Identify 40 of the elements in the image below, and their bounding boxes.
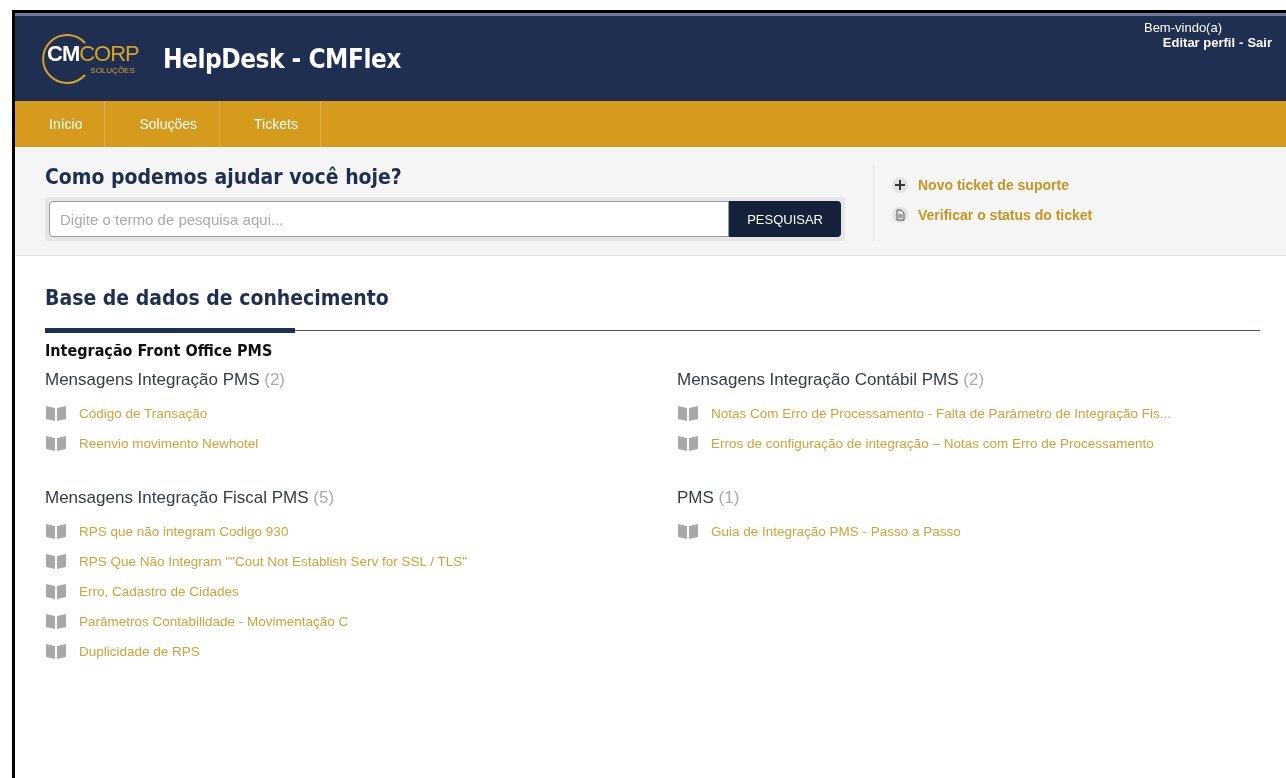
action-link[interactable]: Verificar o status do ticket [892,207,1093,223]
plus-icon [892,177,908,193]
folder-heading[interactable]: Mensagens Integração PMS (2) [45,370,677,390]
action-link[interactable]: Novo ticket de suporte [892,177,1093,193]
article-link[interactable]: Notas Com Erro de Processamento - Falta de Parâmetro de Integração Fis... [711,405,1171,421]
article-link[interactable]: Guia de Integração PMS - Passo a Passo [711,523,961,539]
logo: CMCORP [47,42,139,66]
article-link[interactable]: Erro, Cadastro de Cidades [79,583,239,599]
section-title: Base de dados de conhecimento [45,286,390,310]
book-icon [677,434,699,452]
logout-link[interactable]: Sair [1247,35,1272,50]
article-link[interactable]: Código de Transação [79,405,208,421]
article-link[interactable]: RPS Que Não Integram ""Cout Not Establish Serv for SSL / TLS" [79,553,468,569]
logo-tagline: SOLUÇÕES [90,66,135,75]
article-link[interactable]: Reenvio movimento Newhotel [79,435,259,451]
folder-heading[interactable]: Mensagens Integração Contábil PMS (2) [677,370,1260,390]
book-icon [45,582,67,600]
book-icon [45,404,67,422]
article-link[interactable]: Duplicidade de RPS [79,643,200,659]
category-title: Integração Front Office PMS [45,341,274,360]
book-icon [45,642,67,660]
book-icon [45,522,67,540]
edit-profile-link[interactable]: Editar perfil [1162,35,1236,50]
book-icon [45,552,67,570]
app-title: HelpDesk - CMFlex [163,43,401,74]
article-link[interactable]: Erros de configuração de integração – Notas com Erro de Processamento [711,435,1154,451]
book-icon [45,612,67,630]
article-link[interactable]: Parâmetros Contabilidade - Movimentação C [79,613,349,629]
book-icon [677,404,699,422]
search-heading: Como podemos ajudar você hoje? [45,165,403,189]
search-button[interactable]: PESQUISAR [729,201,841,237]
folder-heading[interactable]: PMS (1) [677,488,1260,508]
welcome-text: Bem-vindo(a) [1143,20,1222,35]
separator: - [1239,35,1244,50]
article-link[interactable]: RPS que não integram Codigo 930 [79,523,289,539]
book-icon [677,522,699,540]
book-icon [45,434,67,452]
search-field[interactable]: Digite o termo de pesquisa aqui... [49,201,730,237]
document-icon [892,207,908,223]
folder-heading[interactable]: Mensagens Integração Fiscal PMS (5) [45,488,677,508]
